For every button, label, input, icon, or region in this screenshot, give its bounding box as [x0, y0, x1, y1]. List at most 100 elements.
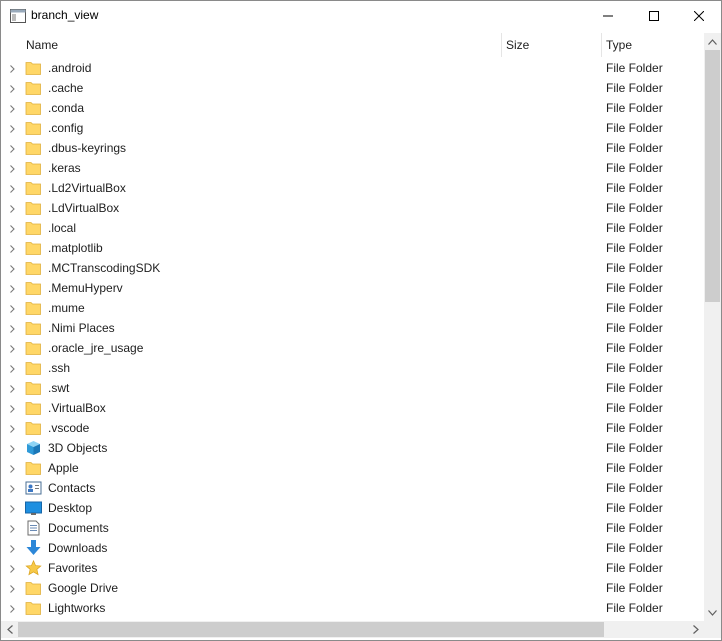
horizontal-scrollbar[interactable] [1, 621, 704, 638]
list-item[interactable]: .config File Folder [1, 118, 703, 138]
chevron-right-icon[interactable] [7, 303, 17, 313]
list-item[interactable]: .MemuHyperv File Folder [1, 278, 703, 298]
column-header-name[interactable]: Name [21, 33, 501, 57]
chevron-right-icon[interactable] [7, 363, 17, 373]
vertical-scrollbar[interactable] [704, 33, 721, 621]
list-item[interactable]: Contacts File Folder [1, 478, 703, 498]
list-item[interactable]: .dbus-keyrings File Folder [1, 138, 703, 158]
item-name: .cache [48, 81, 84, 95]
maximize-icon [649, 11, 659, 21]
list-item[interactable]: .conda File Folder [1, 98, 703, 118]
list-item[interactable]: Favorites File Folder [1, 558, 703, 578]
chevron-right-icon[interactable] [7, 163, 17, 173]
list-item[interactable]: .oracle_jre_usage File Folder [1, 338, 703, 358]
folder-icon [25, 280, 42, 296]
chevron-right-icon[interactable] [7, 223, 17, 233]
scroll-left-arrow-icon[interactable] [1, 621, 18, 638]
chevron-right-icon[interactable] [7, 243, 17, 253]
list-item[interactable]: .Ld2VirtualBox File Folder [1, 178, 703, 198]
item-type: File Folder [606, 61, 663, 75]
chevron-right-icon[interactable] [7, 543, 17, 553]
chevron-right-icon[interactable] [7, 523, 17, 533]
list-item[interactable]: .android File Folder [1, 58, 703, 78]
list-item[interactable]: 3D Objects File Folder [1, 438, 703, 458]
maximize-button[interactable] [631, 1, 677, 31]
chevron-right-icon[interactable] [7, 263, 17, 273]
list-item[interactable]: Lightworks File Folder [1, 598, 703, 618]
list-item[interactable]: .vscode File Folder [1, 418, 703, 438]
chevron-right-icon[interactable] [7, 143, 17, 153]
chevron-right-icon[interactable] [7, 603, 17, 613]
list-item[interactable]: .Nimi Places File Folder [1, 318, 703, 338]
chevron-right-icon[interactable] [7, 383, 17, 393]
chevron-right-icon[interactable] [7, 583, 17, 593]
chevron-right-icon[interactable] [7, 63, 17, 73]
list-item[interactable]: .mume File Folder [1, 298, 703, 318]
item-type: File Folder [606, 581, 663, 595]
chevron-right-icon[interactable] [7, 403, 17, 413]
list-item[interactable]: Google Drive File Folder [1, 578, 703, 598]
scrollbar-corner [704, 621, 721, 638]
chevron-right-icon[interactable] [7, 343, 17, 353]
item-name: .conda [48, 101, 85, 115]
list-item[interactable]: .MCTranscodingSDK File Folder [1, 258, 703, 278]
item-name: .swt [48, 381, 70, 395]
list-item[interactable]: .LdVirtualBox File Folder [1, 198, 703, 218]
item-name: Favorites [48, 561, 98, 575]
list-item[interactable]: .local File Folder [1, 218, 703, 238]
column-header-type[interactable]: Type [601, 33, 703, 57]
item-name: Desktop [48, 501, 93, 515]
folder-icon [25, 420, 42, 436]
list-item[interactable]: .keras File Folder [1, 158, 703, 178]
chevron-right-icon[interactable] [7, 83, 17, 93]
folder-icon [25, 60, 42, 76]
chevron-right-icon[interactable] [7, 483, 17, 493]
list-item[interactable]: .matplotlib File Folder [1, 238, 703, 258]
column-header-size[interactable]: Size [501, 33, 601, 57]
list-item[interactable]: .VirtualBox File Folder [1, 398, 703, 418]
item-type: File Folder [606, 261, 663, 275]
chevron-right-icon[interactable] [7, 443, 17, 453]
chevron-right-icon[interactable] [7, 123, 17, 133]
close-button[interactable] [676, 1, 721, 31]
chevron-right-icon[interactable] [7, 463, 17, 473]
chevron-right-icon[interactable] [7, 423, 17, 433]
item-name: Documents [48, 521, 109, 535]
folder-icon [25, 600, 42, 616]
minimize-button[interactable] [585, 1, 631, 31]
scroll-right-arrow-icon[interactable] [687, 621, 704, 638]
folder-icon [25, 320, 42, 336]
chevron-right-icon[interactable] [7, 183, 17, 193]
horizontal-scroll-thumb[interactable] [18, 622, 604, 637]
chevron-right-icon[interactable] [7, 103, 17, 113]
item-name: .MCTranscodingSDK [48, 261, 161, 275]
chevron-right-icon[interactable] [7, 323, 17, 333]
scroll-down-arrow-icon[interactable] [704, 604, 721, 621]
list-item[interactable]: .swt File Folder [1, 378, 703, 398]
list-item[interactable]: Documents File Folder [1, 518, 703, 538]
folder-icon [25, 580, 42, 596]
chevron-right-icon[interactable] [7, 203, 17, 213]
list-item[interactable]: Downloads File Folder [1, 538, 703, 558]
list-item[interactable]: Apple File Folder [1, 458, 703, 478]
vertical-scroll-thumb[interactable] [705, 50, 720, 302]
scroll-up-arrow-icon[interactable] [704, 33, 721, 50]
list-item[interactable]: Desktop File Folder [1, 498, 703, 518]
list-item[interactable]: .ssh File Folder [1, 358, 703, 378]
item-name: 3D Objects [48, 441, 108, 455]
item-name: Contacts [48, 481, 96, 495]
title-bar[interactable]: branch_view [1, 1, 721, 31]
item-name: .LdVirtualBox [48, 201, 120, 215]
list-item[interactable]: .cache File Folder [1, 78, 703, 98]
item-type: File Folder [606, 81, 663, 95]
folder-icon [25, 260, 42, 276]
folder-icon [25, 240, 42, 256]
folder-icon [25, 100, 42, 116]
item-type: File Folder [606, 301, 663, 315]
chevron-right-icon[interactable] [7, 503, 17, 513]
chevron-right-icon[interactable] [7, 283, 17, 293]
column-header: Name Size Type [1, 33, 703, 57]
chevron-right-icon[interactable] [7, 563, 17, 573]
item-type: File Folder [606, 321, 663, 335]
3d-objects-icon [25, 440, 42, 456]
